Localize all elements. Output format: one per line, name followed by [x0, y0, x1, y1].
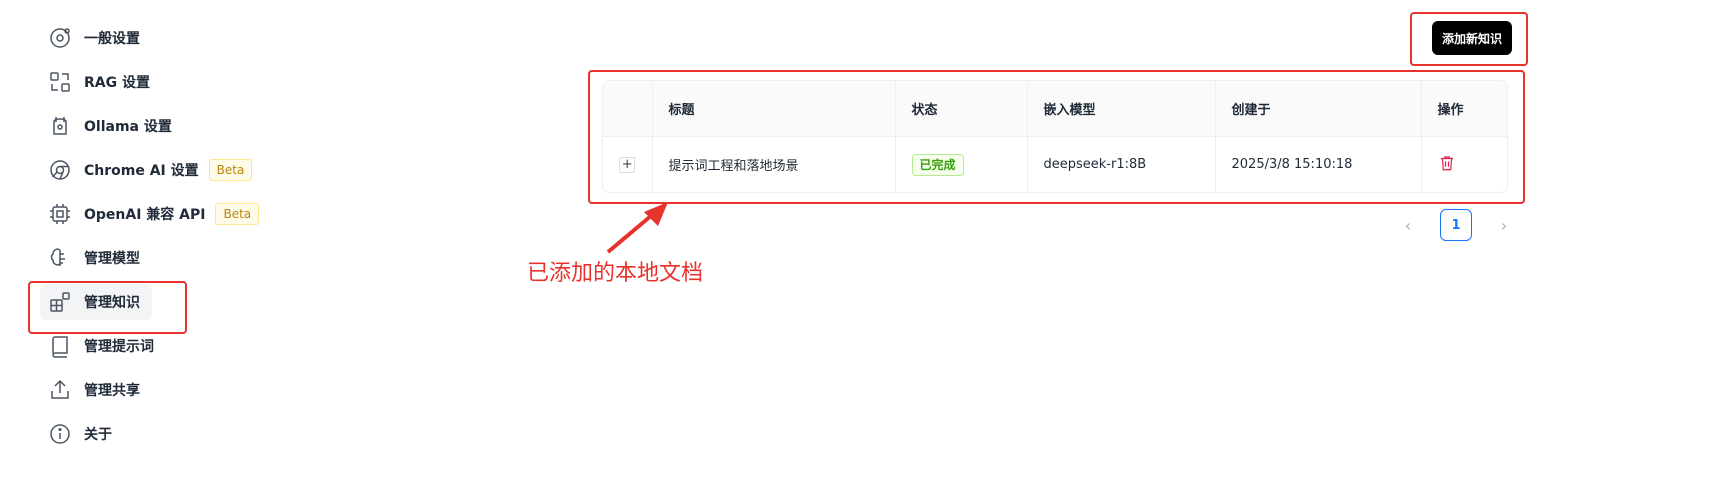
cell-title: 提示词工程和落地场景: [652, 136, 896, 192]
chip-icon: [48, 202, 72, 226]
beta-badge: Beta: [208, 159, 253, 181]
book-icon: [48, 334, 72, 358]
highlight-knowledge-nav: [28, 281, 187, 334]
pagination: ‹ 1 ›: [1396, 209, 1516, 241]
sidebar-item-share[interactable]: 管理共享: [40, 372, 270, 408]
annotation-label: 已添加的本地文档: [527, 261, 704, 286]
sidebar-item-label: 管理模型: [84, 251, 140, 267]
sidebar-item-ollama[interactable]: Ollama 设置: [40, 108, 270, 144]
header-actions: 操作: [1421, 81, 1507, 137]
sidebar-item-models[interactable]: 管理模型: [40, 240, 270, 276]
cell-model: deepseek-r1:8B: [1027, 136, 1216, 192]
sidebar-item-openai-api[interactable]: OpenAI 兼容 API Beta: [40, 196, 270, 232]
next-page-button[interactable]: ›: [1492, 216, 1516, 235]
page-1-button[interactable]: 1: [1440, 209, 1472, 241]
header-created: 创建于: [1215, 81, 1422, 137]
brain-icon: [48, 246, 72, 270]
sidebar-item-label: Chrome AI 设置: [84, 163, 199, 179]
annotation-arrow: [606, 202, 668, 254]
sidebar-item-rag[interactable]: RAG 设置: [40, 64, 270, 100]
table-header-row: 标题 状态 嵌入模型 创建于 操作: [603, 81, 1507, 137]
cell-created: 2025/3/8 15:10:18: [1215, 136, 1422, 192]
sidebar-item-label: OpenAI 兼容 API: [84, 207, 206, 223]
sidebar-item-chrome-ai[interactable]: Chrome AI 设置 Beta: [40, 152, 270, 188]
header-status: 状态: [895, 81, 1028, 137]
prev-page-button[interactable]: ‹: [1396, 216, 1420, 235]
header-expand: [603, 81, 653, 137]
sidebar-item-general[interactable]: 一般设置: [40, 20, 270, 56]
sidebar-item-label: 管理提示词: [84, 339, 154, 355]
chrome-icon: [48, 158, 72, 182]
status-badge: 已完成: [911, 153, 964, 176]
sidebar-item-about[interactable]: 关于: [40, 416, 270, 452]
trash-icon: [1440, 155, 1453, 170]
table-row: + 提示词工程和落地场景 已完成 deepseek-r1:8B 2025/3/8…: [603, 136, 1507, 192]
orbit-icon: [48, 26, 72, 50]
delete-button[interactable]: [1438, 155, 1456, 176]
rag-icon: [48, 70, 72, 94]
header-title: 标题: [652, 81, 896, 137]
sidebar-item-label: 关于: [84, 427, 112, 443]
settings-sidebar: 一般设置 RAG 设置 Ollama 设置 Chrome AI 设置 Beta …: [40, 20, 270, 460]
knowledge-table: 标题 状态 嵌入模型 创建于 操作 + 提示词工程和落地场景 已完成 deeps…: [602, 80, 1508, 193]
share-icon: [48, 378, 72, 402]
beta-badge: Beta: [215, 203, 260, 225]
add-knowledge-button[interactable]: 添加新知识: [1432, 21, 1512, 55]
info-icon: [48, 422, 72, 446]
sidebar-item-label: Ollama 设置: [84, 119, 172, 135]
sidebar-item-label: 管理共享: [84, 383, 140, 399]
llama-icon: [48, 114, 72, 138]
expand-row-button[interactable]: +: [619, 156, 636, 173]
header-model: 嵌入模型: [1027, 81, 1216, 137]
sidebar-item-label: RAG 设置: [84, 75, 150, 91]
sidebar-item-label: 一般设置: [84, 31, 140, 47]
